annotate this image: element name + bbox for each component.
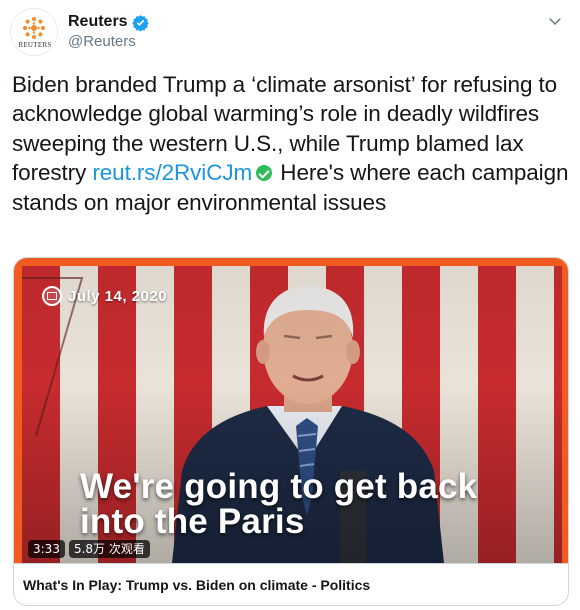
calendar-icon [42,286,62,306]
tweet-header: REUTERS Reuters @Reuters [10,8,570,56]
check-mark-emoji-icon [256,165,273,182]
date-label: July 14, 2020 [68,287,168,305]
avatar-wordmark: REUTERS [18,41,52,49]
reuters-logo-icon [23,17,45,39]
video-badges: 3:33 5.8万 次观看 [28,540,150,558]
video-player[interactable]: July 14, 2020 We're going to get back in… [14,258,568,563]
views-badge: 5.8万 次观看 [68,540,150,558]
avatar[interactable]: REUTERS [10,8,58,56]
user-handle[interactable]: @Reuters [68,33,136,50]
tweet-text: Biden branded Trump a ‘climate arsonist’… [12,70,572,217]
card-title[interactable]: What's In Play: Trump vs. Biden on clima… [14,563,568,605]
caption-line-1: We're going to get back [80,467,478,506]
name-row: Reuters [68,11,149,33]
chevron-down-icon[interactable] [546,12,564,30]
duration-badge: 3:33 [28,540,65,558]
video-frame[interactable]: July 14, 2020 We're going to get back in… [22,266,562,563]
caption-line-2: into the Paris [80,502,305,541]
display-name[interactable]: Reuters [68,13,128,31]
video-card[interactable]: July 14, 2020 We're going to get back in… [13,257,569,606]
video-caption: We're going to get back into the Paris [80,469,560,539]
tweet-link[interactable]: reut.rs/2RviCJm [92,160,252,185]
verified-badge-icon [131,14,149,31]
date-overlay: July 14, 2020 [42,286,167,306]
